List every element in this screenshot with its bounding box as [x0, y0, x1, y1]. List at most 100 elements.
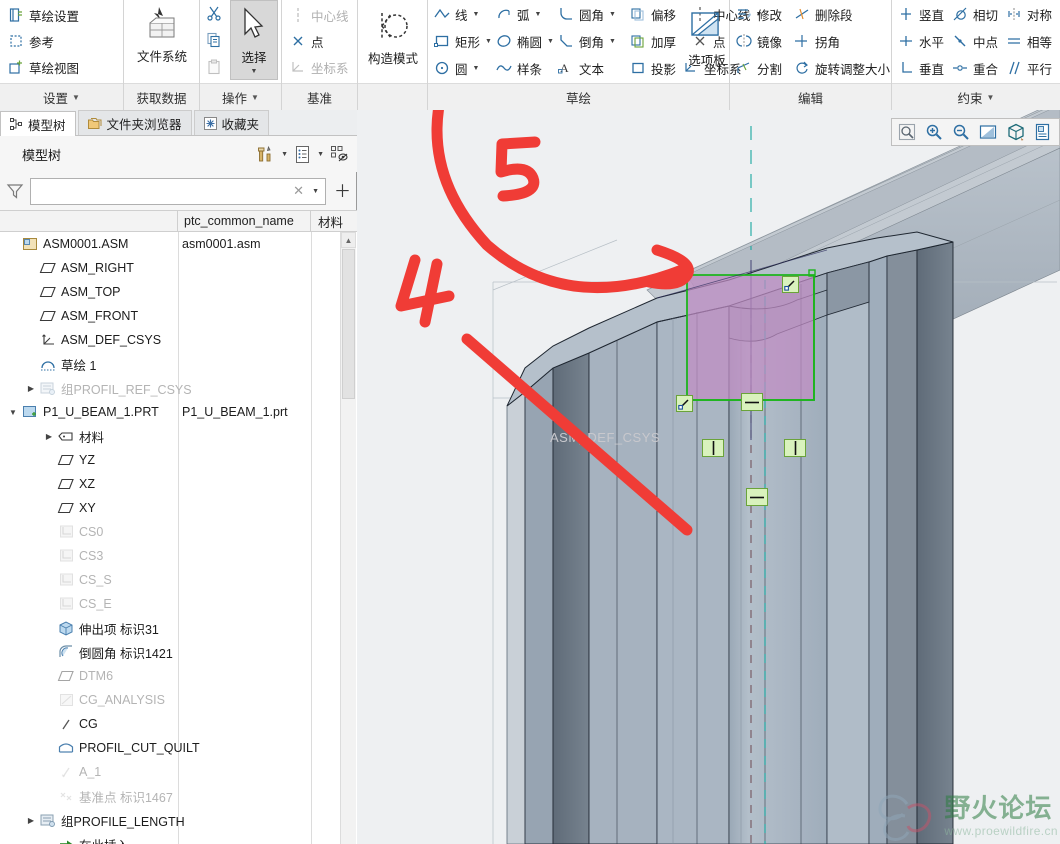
ribbon-group-label-settings[interactable]: 设置 ▼: [0, 83, 123, 110]
tree-filter-visibility-icon[interactable]: [330, 145, 349, 164]
tree-row[interactable]: 草绘 1: [0, 352, 357, 376]
ribbon-item-spline[interactable]: 样条: [494, 55, 542, 81]
chevron-right-icon[interactable]: ▶: [42, 432, 56, 441]
chevron-right-icon[interactable]: ▶: [24, 384, 38, 393]
model-tree-list[interactable]: ASM0001.ASM asm0001.asm ASM_RIGHT ASM_TOP AS…: [0, 232, 357, 844]
tree-row[interactable]: ▶ 组PROFIL_REF_CSYS: [0, 376, 357, 400]
tree-row[interactable]: XY: [0, 496, 357, 520]
constraint-marker-horizontal[interactable]: [746, 488, 768, 506]
ribbon-item-vertical[interactable]: 竖直: [896, 1, 944, 27]
tree-row[interactable]: PROFIL_CUT_QUILT: [0, 736, 357, 760]
ribbon-item-fillet[interactable]: 圆角 ▼: [556, 1, 616, 27]
zoom-out-icon[interactable]: [952, 123, 970, 141]
tree-row[interactable]: 基准点 标识1467: [0, 784, 357, 808]
ribbon-item-datum-csys[interactable]: 坐标系: [288, 54, 349, 80]
constraint-marker-vertical[interactable]: [784, 439, 806, 457]
ribbon-item-circle[interactable]: 圆 ▼: [432, 55, 479, 81]
ribbon-item-delete-segment[interactable]: 删除段: [792, 1, 853, 27]
ribbon-group-label-getdata[interactable]: 获取数据: [124, 83, 199, 110]
tree-row[interactable]: ▶ 材料: [0, 424, 357, 448]
chevron-down-icon[interactable]: ▼: [281, 151, 288, 158]
ribbon-item-datum-centerline[interactable]: 中心线: [288, 2, 349, 28]
ribbon-item-text[interactable]: A 文本: [556, 55, 604, 81]
ribbon-item-mirror[interactable]: 镜像: [734, 28, 782, 54]
ribbon-item-horizontal[interactable]: 水平: [896, 28, 944, 54]
filter-input-wrapper[interactable]: ✕ ▼: [30, 177, 326, 205]
constraint-marker-point-on-entity[interactable]: [782, 276, 799, 293]
ribbon-group-label-constraint[interactable]: 约束 ▼: [892, 83, 1060, 110]
chevron-down-icon[interactable]: ▼: [317, 151, 324, 158]
chevron-right-icon[interactable]: ▶: [24, 816, 38, 825]
ribbon-item-copy[interactable]: [204, 27, 227, 53]
chevron-down-icon[interactable]: ▼: [312, 188, 319, 195]
ribbon-item-arc[interactable]: 弧 ▼: [494, 1, 541, 27]
ribbon-item-ellipse[interactable]: 椭圆 ▼: [494, 28, 554, 54]
tree-row[interactable]: CS0: [0, 520, 357, 544]
tree-row[interactable]: ASM_TOP: [0, 280, 357, 304]
tree-row[interactable]: ▼ P1_U_BEAM_1.PRT P1_U_BEAM_1.prt: [0, 400, 357, 424]
ribbon-item-equal[interactable]: 相等: [1004, 28, 1052, 54]
ribbon-item-cut[interactable]: [204, 0, 227, 26]
tree-row[interactable]: CS_E: [0, 592, 357, 616]
ribbon-item-rectangle[interactable]: 矩形 ▼: [432, 28, 492, 54]
clear-icon[interactable]: ✕: [293, 183, 304, 199]
tree-row[interactable]: ASM_RIGHT: [0, 256, 357, 280]
tree-row[interactable]: 在此插入: [0, 832, 357, 844]
chevron-down-icon[interactable]: ▼: [485, 38, 492, 45]
ribbon-item-tangent[interactable]: 相切: [950, 1, 998, 27]
display-style-icon[interactable]: [1006, 123, 1026, 141]
ribbon-item-divide[interactable]: 分割: [734, 55, 782, 81]
ribbon-item-rotate-resize[interactable]: 旋转调整大小: [792, 55, 890, 81]
ribbon-group-label-operation[interactable]: 操作 ▼: [200, 83, 281, 110]
tab-favorites[interactable]: 收藏夹: [193, 110, 270, 135]
ribbon-item-symmetric[interactable]: 对称: [1004, 1, 1052, 27]
ribbon-item-corner[interactable]: 拐角: [792, 28, 840, 54]
tree-columns-icon[interactable]: [294, 145, 311, 164]
ribbon-item-thicken[interactable]: 加厚: [628, 28, 676, 54]
tree-row[interactable]: 伸出项 标识31: [0, 616, 357, 640]
tab-model-tree[interactable]: 模型树: [0, 111, 76, 136]
tree-row[interactable]: ASM_DEF_CSYS: [0, 328, 357, 352]
column-header-material[interactable]: 材料: [311, 211, 357, 231]
ribbon-item-midpoint[interactable]: 中点: [950, 28, 998, 54]
chevron-down-icon[interactable]: ▼: [609, 38, 616, 45]
tree-row[interactable]: A_1: [0, 760, 357, 784]
ribbon-item-parallel[interactable]: 平行: [1004, 55, 1052, 81]
tree-vertical-scrollbar[interactable]: ▲: [340, 232, 356, 844]
constraint-marker-horizontal[interactable]: [741, 393, 763, 411]
ribbon-item-reference[interactable]: 参考: [6, 28, 54, 54]
chevron-down-icon[interactable]: ▼: [473, 65, 480, 72]
tree-row[interactable]: CG: [0, 712, 357, 736]
constraint-marker-vertical[interactable]: [702, 439, 724, 457]
chevron-down-icon[interactable]: ▼: [547, 38, 554, 45]
ribbon-item-modify[interactable]: 修改: [734, 1, 782, 27]
ribbon-item-option-palette[interactable]: 选项板: [682, 6, 732, 69]
graphics-viewport[interactable]: ASM_DEF_CSYS 野火论坛 www.proewildfire.cn: [357, 110, 1060, 844]
refit-icon[interactable]: [979, 123, 997, 141]
tree-row[interactable]: CS3: [0, 544, 357, 568]
ribbon-item-project[interactable]: 投影: [628, 55, 676, 81]
ribbon-item-datum-point[interactable]: 点: [288, 28, 324, 54]
tree-row[interactable]: 倒圆角 标识1421: [0, 640, 357, 664]
zoom-window-icon[interactable]: [898, 123, 916, 141]
tree-row[interactable]: ASM_FRONT: [0, 304, 357, 328]
column-header-common-name[interactable]: ptc_common_name: [178, 211, 311, 231]
add-filter-button[interactable]: ＋: [334, 183, 351, 200]
scrollbar-thumb[interactable]: [342, 249, 355, 399]
ribbon-item-perpendicular[interactable]: 垂直: [896, 55, 944, 81]
ribbon-item-select[interactable]: 选择 ▼: [230, 0, 278, 80]
ribbon-item-line[interactable]: 线 ▼: [432, 1, 479, 27]
chevron-down-icon[interactable]: ▼: [535, 11, 542, 18]
ribbon-item-sketch-settings[interactable]: 草绘设置: [6, 2, 79, 28]
constraint-marker-point-on-entity[interactable]: [676, 395, 693, 412]
ribbon-item-sketch-view[interactable]: 草绘视图: [6, 54, 79, 80]
tree-row[interactable]: ▶ 组PROFILE_LENGTH: [0, 808, 357, 832]
chevron-down-icon[interactable]: ▼: [6, 408, 20, 417]
ribbon-group-label-datum[interactable]: 基准: [282, 83, 357, 110]
tree-row[interactable]: ASM0001.ASM asm0001.asm: [0, 232, 357, 256]
scroll-up-button[interactable]: ▲: [341, 232, 356, 248]
ribbon-group-label-edit[interactable]: 编辑: [730, 83, 891, 110]
chevron-down-icon[interactable]: ▼: [251, 68, 258, 75]
tree-row[interactable]: XZ: [0, 472, 357, 496]
chevron-down-icon[interactable]: ▼: [473, 11, 480, 18]
